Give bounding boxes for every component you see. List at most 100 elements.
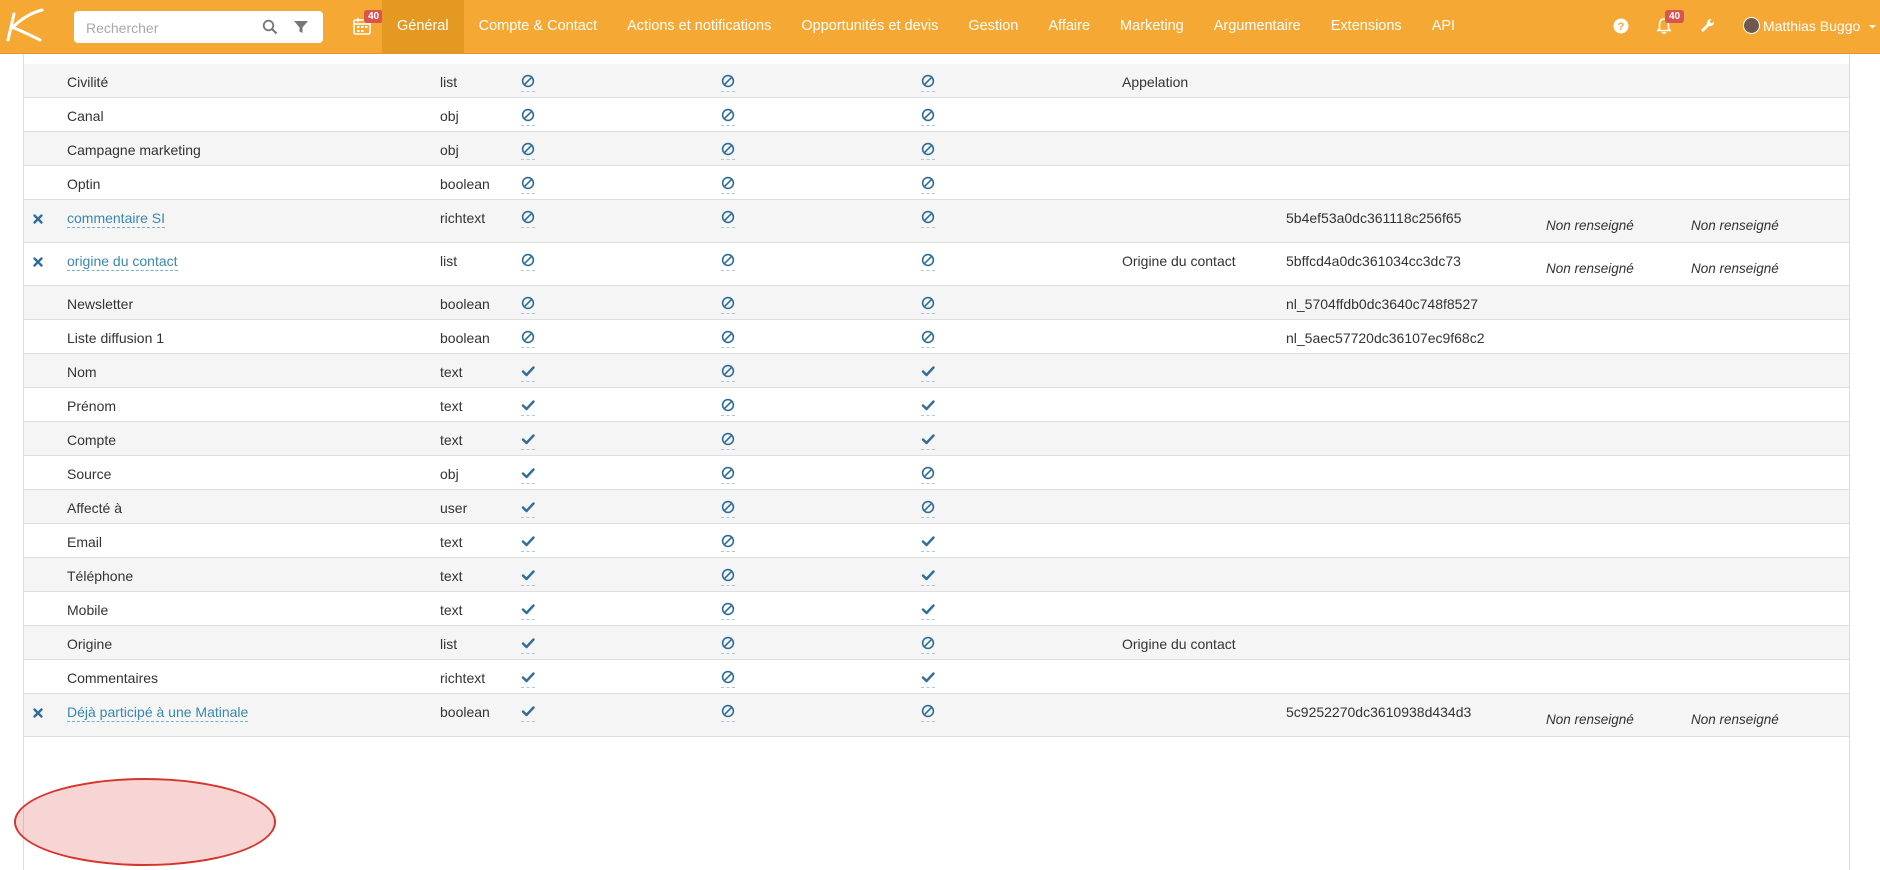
ban-icon[interactable] <box>721 176 735 194</box>
flag-cell-1 <box>521 534 535 555</box>
check-icon[interactable] <box>921 602 935 620</box>
ban-icon[interactable] <box>921 500 935 518</box>
delete-icon[interactable] <box>32 256 44 268</box>
table-row: commentaire SI richtext 5b4ef53a0dc361118c… <box>24 200 1849 243</box>
check-icon[interactable] <box>921 534 935 552</box>
ban-icon[interactable] <box>721 210 735 228</box>
ban-icon[interactable] <box>721 534 735 552</box>
check-icon[interactable] <box>921 568 935 586</box>
ban-icon[interactable] <box>921 176 935 194</box>
app-logo[interactable] <box>0 6 52 48</box>
ban-icon[interactable] <box>721 296 735 314</box>
ban-icon[interactable] <box>521 142 535 160</box>
check-icon[interactable] <box>521 432 535 450</box>
field-name[interactable]: Déjà participé à une Matinale <box>67 704 249 722</box>
nav-item[interactable]: Argumentaire <box>1199 0 1316 53</box>
check-icon[interactable] <box>921 398 935 416</box>
ban-icon[interactable] <box>721 704 735 722</box>
nav-item[interactable]: Extensions <box>1316 0 1417 53</box>
user-menu[interactable]: Matthias Buggo <box>1743 0 1877 53</box>
ban-icon[interactable] <box>521 74 535 92</box>
check-icon[interactable] <box>521 568 535 586</box>
table-row: origine du contact list Origine du contact… <box>24 243 1849 286</box>
ban-icon[interactable] <box>521 210 535 228</box>
ban-icon[interactable] <box>721 142 735 160</box>
ban-icon[interactable] <box>921 253 935 271</box>
nav-item[interactable]: Compte & Contact <box>464 0 612 53</box>
check-icon[interactable] <box>521 466 535 484</box>
ban-icon[interactable] <box>921 74 935 92</box>
table-row: Canal obj <box>24 98 1849 132</box>
field-type: text <box>440 398 463 414</box>
ban-icon[interactable] <box>721 466 735 484</box>
check-icon[interactable] <box>521 602 535 620</box>
check-icon[interactable] <box>921 364 935 382</box>
nav-item[interactable]: Gestion <box>953 0 1033 53</box>
field-type: boolean <box>440 176 490 192</box>
ban-icon[interactable] <box>521 330 535 348</box>
filter-icon[interactable] <box>293 19 309 35</box>
vertical-scrollbar[interactable] <box>1864 54 1880 870</box>
check-icon[interactable] <box>521 704 535 722</box>
ban-icon[interactable] <box>521 253 535 271</box>
ban-icon[interactable] <box>721 330 735 348</box>
search-input[interactable] <box>84 17 248 39</box>
ban-icon[interactable] <box>721 364 735 382</box>
ban-icon[interactable] <box>521 108 535 126</box>
ban-icon[interactable] <box>921 210 935 228</box>
nav-item[interactable]: Affaire <box>1033 0 1105 53</box>
ban-icon[interactable] <box>521 176 535 194</box>
nav-item[interactable]: Actions et notifications <box>612 0 786 53</box>
check-icon[interactable] <box>921 670 935 688</box>
flag-cell-1 <box>521 253 535 274</box>
ban-icon[interactable] <box>921 636 935 654</box>
field-type: text <box>440 364 463 380</box>
ban-icon[interactable] <box>721 636 735 654</box>
ban-icon[interactable] <box>721 398 735 416</box>
ban-icon[interactable] <box>721 602 735 620</box>
ban-icon[interactable] <box>921 296 935 314</box>
check-icon[interactable] <box>521 534 535 552</box>
flag-cell-1 <box>521 432 535 453</box>
nav-item[interactable]: Opportunités et devis <box>786 0 953 53</box>
field-label: Origine du contact <box>1122 253 1236 269</box>
avatar <box>1743 17 1760 34</box>
ban-icon[interactable] <box>721 74 735 92</box>
field-name: Commentaires <box>67 670 159 686</box>
help-icon[interactable]: ? <box>1612 17 1630 35</box>
ban-icon[interactable] <box>721 670 735 688</box>
check-icon[interactable] <box>521 636 535 654</box>
field-name: Optin <box>67 176 101 192</box>
ban-icon[interactable] <box>721 432 735 450</box>
nav-item[interactable]: API <box>1417 0 1470 53</box>
check-icon[interactable] <box>521 500 535 518</box>
field-name[interactable]: commentaire SI <box>67 210 166 228</box>
flag-cell-1 <box>521 210 535 231</box>
calendar-badge: 40 <box>364 10 384 23</box>
ban-icon[interactable] <box>921 108 935 126</box>
ban-icon[interactable] <box>921 142 935 160</box>
ban-icon[interactable] <box>921 330 935 348</box>
ban-icon[interactable] <box>521 296 535 314</box>
field-name[interactable]: origine du contact <box>67 253 178 271</box>
ban-icon[interactable] <box>921 704 935 722</box>
check-icon[interactable] <box>521 364 535 382</box>
nav-item[interactable]: Général <box>382 0 464 53</box>
check-icon[interactable] <box>521 398 535 416</box>
ban-icon[interactable] <box>721 500 735 518</box>
check-icon[interactable] <box>521 670 535 688</box>
flag-cell-3 <box>921 296 935 317</box>
user-name: Matthias Buggo <box>1763 18 1861 34</box>
delete-icon[interactable] <box>32 707 44 719</box>
ban-icon[interactable] <box>721 108 735 126</box>
delete-icon[interactable] <box>32 213 44 225</box>
check-icon[interactable] <box>921 432 935 450</box>
wrench-icon[interactable] <box>1699 17 1717 35</box>
search-icon[interactable] <box>262 19 278 35</box>
value-not-set: Non renseigné <box>1546 712 1634 727</box>
nav-item[interactable]: Marketing <box>1105 0 1199 53</box>
flag-cell-2 <box>721 670 735 691</box>
ban-icon[interactable] <box>721 568 735 586</box>
ban-icon[interactable] <box>721 253 735 271</box>
ban-icon[interactable] <box>921 466 935 484</box>
